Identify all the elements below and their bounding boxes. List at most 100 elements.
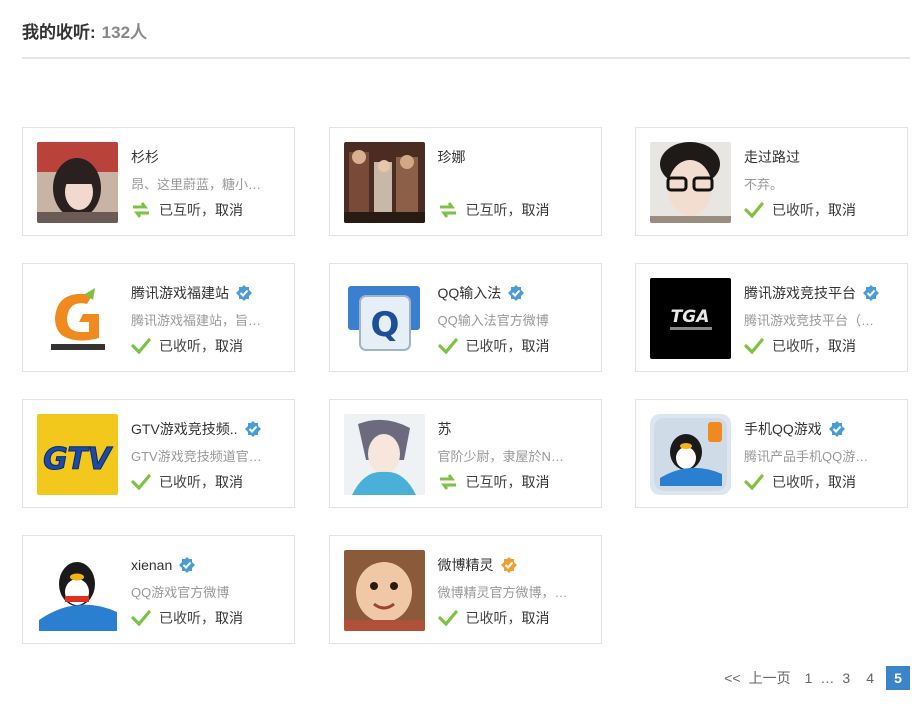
unfollow-button[interactable]: 取消: [828, 336, 856, 356]
check-icon: [437, 337, 458, 355]
verified-badge-icon: [235, 284, 253, 302]
unfollow-button[interactable]: 取消: [522, 472, 550, 492]
status-label: 已收听，: [772, 474, 828, 490]
avatar[interactable]: [343, 142, 425, 223]
follow-card: TGA 腾讯游戏竞技平台 腾讯游戏竞技平台（… 已收听， 取消: [635, 263, 908, 372]
page-3-link[interactable]: 3: [842, 670, 850, 686]
follow-status: 已收听， 取消: [131, 336, 243, 356]
avatar[interactable]: [37, 550, 118, 631]
follow-card: Q QQ输入法 QQ输入法官方微博 已收听， 取消: [328, 263, 602, 372]
check-icon: [131, 473, 151, 491]
check-icon: [744, 337, 764, 355]
check-icon: [437, 609, 458, 627]
user-name[interactable]: QQ输入法: [438, 283, 502, 303]
avatar[interactable]: Q: [343, 278, 425, 359]
follow-status: 已收听， 取消: [437, 336, 550, 356]
name-row: 珍娜: [438, 148, 466, 166]
name-row: 微博精灵: [438, 556, 518, 574]
follow-status: 已收听， 取消: [131, 608, 243, 628]
prev-arrow-icon[interactable]: <<: [724, 670, 740, 686]
follow-count: 132人: [101, 23, 148, 42]
follow-status: 已互听， 取消: [438, 200, 550, 220]
name-row: 腾讯游戏竞技平台: [744, 284, 880, 302]
unfollow-button[interactable]: 取消: [215, 336, 243, 356]
verified-badge-icon: [507, 284, 525, 302]
user-description: 昂、这里蔚蓝，糖小…: [131, 177, 262, 192]
unfollow-button[interactable]: 取消: [828, 472, 856, 492]
status-label: 已收听，: [159, 474, 215, 490]
unfollow-button[interactable]: 取消: [522, 608, 550, 628]
follow-card: 苏 官阶少尉，隶屋於N… 已互听， 取消: [328, 399, 602, 508]
follow-status: 已收听， 取消: [744, 472, 856, 492]
status-label: 已互听，: [465, 474, 522, 490]
header-divider: [22, 57, 910, 59]
avatar[interactable]: [37, 278, 118, 359]
name-row: xienan: [131, 556, 196, 574]
verified-badge-icon: [244, 420, 262, 438]
user-description: 腾讯游戏福建站，旨…: [131, 313, 262, 328]
check-icon: [131, 337, 151, 355]
unfollow-button[interactable]: 取消: [215, 200, 243, 220]
unfollow-button[interactable]: 取消: [522, 336, 550, 356]
name-row: QQ输入法: [438, 284, 526, 302]
mutual-arrows-icon: [131, 201, 151, 219]
avatar[interactable]: TGA: [650, 278, 731, 359]
follow-card: 手机QQ游戏 腾讯产品手机QQ游… 已收听， 取消: [635, 399, 908, 508]
unfollow-button[interactable]: 取消: [215, 472, 243, 492]
name-row: GTV游戏竞技频..: [131, 420, 262, 438]
user-description: 官阶少尉，隶屋於N…: [437, 449, 564, 464]
page-4-link[interactable]: 4: [866, 670, 874, 686]
page-ellipsis: …: [820, 670, 835, 686]
name-row: 手机QQ游戏: [744, 420, 846, 438]
avatar[interactable]: GTV: [37, 414, 118, 495]
pagination: << 上一页 1 … 3 4 5: [724, 666, 910, 690]
avatar[interactable]: [343, 414, 425, 495]
follow-status: 已收听， 取消: [744, 200, 856, 220]
unfollow-button[interactable]: 取消: [215, 608, 243, 628]
svg-text:TGA: TGA: [671, 307, 710, 327]
status-label: 已收听，: [772, 202, 828, 218]
follow-card: 珍娜 已互听， 取消: [328, 127, 602, 236]
user-name[interactable]: 苏: [438, 419, 452, 439]
user-name[interactable]: 腾讯游戏竞技平台: [744, 283, 856, 303]
follow-status: 已互听， 取消: [438, 472, 550, 492]
follow-status: 已收听， 取消: [131, 472, 243, 492]
name-row: 杉杉: [131, 148, 159, 166]
user-name[interactable]: 走过路过: [744, 147, 800, 167]
avatar[interactable]: [343, 550, 425, 631]
follow-card: GTV GTV游戏竞技频.. GTV游戏竞技频道官… 已收听， 取消: [22, 399, 295, 508]
prev-page-link[interactable]: 上一页: [749, 668, 791, 688]
status-label: 已收听，: [159, 338, 215, 354]
avatar[interactable]: [650, 414, 731, 495]
page-1-link[interactable]: 1: [805, 670, 813, 686]
user-name[interactable]: GTV游戏竞技频..: [131, 419, 238, 439]
user-name[interactable]: 杉杉: [131, 147, 159, 167]
verified-badge-icon: [178, 556, 196, 574]
user-name[interactable]: 手机QQ游戏: [744, 419, 822, 439]
follow-status: 已收听， 取消: [437, 608, 550, 628]
follow-card: xienan QQ游戏官方微博 已收听， 取消: [22, 535, 295, 644]
check-icon: [744, 473, 764, 491]
user-name[interactable]: 腾讯游戏福建站: [131, 283, 229, 303]
user-description: QQ游戏官方微博: [131, 585, 230, 600]
svg-text:GTV: GTV: [43, 442, 114, 477]
follow-card: 杉杉 昂、这里蔚蓝，糖小… 已互听， 取消: [22, 127, 295, 236]
verified-badge-icon: [828, 420, 846, 438]
unfollow-button[interactable]: 取消: [522, 200, 550, 220]
name-row: 苏: [438, 420, 452, 438]
verified-badge-icon: [862, 284, 880, 302]
unfollow-button[interactable]: 取消: [828, 200, 856, 220]
user-description: QQ输入法官方微博: [437, 313, 549, 328]
user-name[interactable]: 珍娜: [438, 147, 466, 167]
avatar[interactable]: [37, 142, 118, 223]
page-5-current: 5: [886, 666, 910, 690]
check-icon: [131, 609, 151, 627]
user-description: 腾讯游戏竞技平台（…: [744, 313, 875, 328]
user-description: GTV游戏竞技频道官…: [131, 449, 262, 464]
title-label: 我的收听:: [22, 23, 96, 42]
avatar[interactable]: [650, 142, 731, 223]
user-description: 不弃。: [744, 177, 784, 192]
user-description: 腾讯产品手机QQ游…: [744, 449, 869, 464]
user-name[interactable]: 微博精灵: [438, 555, 494, 575]
user-name[interactable]: xienan: [131, 557, 172, 573]
